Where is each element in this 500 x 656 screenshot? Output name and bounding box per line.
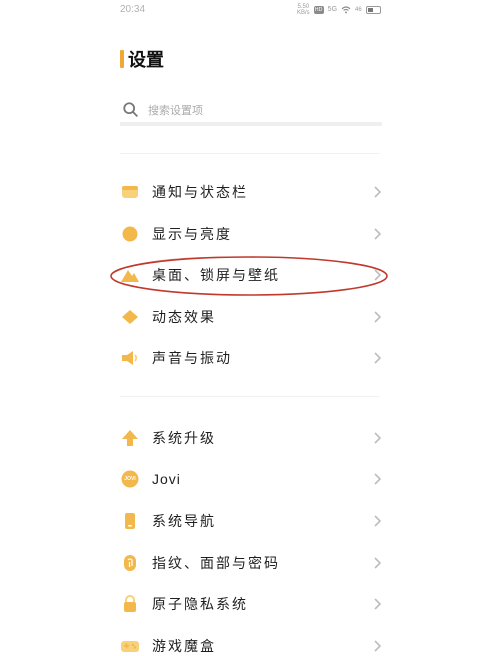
settings-item-jovi[interactable]: JOVI Jovi — [120, 459, 382, 499]
status-bar: 20:34 5.50 KB/s HD 5G 46 — [0, 0, 500, 22]
wifi-icon — [341, 6, 351, 14]
settings-item-game-box[interactable]: 游戏魔盒 — [120, 626, 382, 656]
settings-item-notification[interactable]: 通知与状态栏 — [120, 172, 382, 212]
chevron-right-icon — [374, 557, 382, 569]
settings-item-privacy[interactable]: 原子隐私系统 — [120, 584, 382, 624]
phone-navigation-icon — [120, 511, 140, 531]
battery-percent: 46 — [355, 7, 362, 13]
battery-fill — [367, 8, 373, 12]
search-bar[interactable] — [120, 98, 382, 126]
search-icon — [123, 102, 138, 117]
item-label: 显示与亮度 — [152, 227, 232, 243]
chevron-right-icon — [374, 473, 382, 485]
search-input[interactable] — [148, 103, 348, 117]
settings-item-fingerprint[interactable]: 指纹、面部与密码 — [120, 543, 382, 583]
chevron-right-icon — [374, 228, 382, 240]
jovi-icon: JOVI — [120, 469, 140, 489]
chevron-right-icon — [374, 432, 382, 444]
item-label: 游戏魔盒 — [152, 639, 216, 655]
wallpaper-icon — [120, 265, 140, 285]
section-divider — [120, 153, 380, 154]
group-divider — [120, 396, 380, 397]
settings-item-wallpaper[interactable]: 桌面、锁屏与壁纸 — [120, 255, 382, 295]
chevron-right-icon — [374, 311, 382, 323]
upgrade-arrow-icon — [120, 428, 140, 448]
title-accent-bar — [120, 50, 124, 68]
item-label: 系统升级 — [152, 431, 216, 447]
network-speed-unit: KB/s — [297, 10, 310, 16]
status-icons: 5.50 KB/s HD 5G 46 — [297, 4, 381, 16]
motion-effect-icon — [120, 307, 140, 327]
settings-item-navigation[interactable]: 系统导航 — [120, 501, 382, 541]
battery-icon — [365, 6, 381, 14]
fingerprint-icon — [120, 553, 140, 573]
chevron-right-icon — [374, 269, 382, 281]
chevron-right-icon — [374, 598, 382, 610]
network-speed: 5.50 KB/s — [297, 4, 310, 16]
settings-item-sound[interactable]: 声音与振动 — [120, 338, 382, 378]
item-label: 指纹、面部与密码 — [152, 556, 280, 572]
speaker-icon — [120, 348, 140, 368]
chevron-right-icon — [374, 640, 382, 652]
page-header: 设置 — [120, 48, 164, 71]
settings-item-motion[interactable]: 动态效果 — [120, 297, 382, 337]
hd-icon: HD — [313, 6, 324, 14]
item-label: 声音与振动 — [152, 351, 232, 367]
chevron-right-icon — [374, 186, 382, 198]
notification-bar-icon — [120, 182, 140, 202]
item-label: 系统导航 — [152, 514, 216, 530]
item-label: 动态效果 — [152, 310, 216, 326]
game-box-icon — [120, 636, 140, 656]
chevron-right-icon — [374, 515, 382, 527]
item-label: Jovi — [152, 471, 181, 487]
settings-item-system-upgrade[interactable]: 系统升级 — [120, 418, 382, 458]
network-type-icon: 5G — [327, 6, 338, 13]
item-label: 原子隐私系统 — [152, 597, 248, 613]
item-label: 通知与状态栏 — [152, 185, 248, 201]
item-label: 桌面、锁屏与壁纸 — [152, 268, 280, 284]
chevron-right-icon — [374, 352, 382, 364]
privacy-icon — [120, 594, 140, 614]
settings-item-display[interactable]: 显示与亮度 — [120, 214, 382, 254]
jovi-icon-text: JOVI — [124, 476, 136, 482]
brightness-icon — [120, 224, 140, 244]
page-title: 设置 — [128, 50, 164, 71]
status-time: 20:34 — [120, 4, 146, 15]
